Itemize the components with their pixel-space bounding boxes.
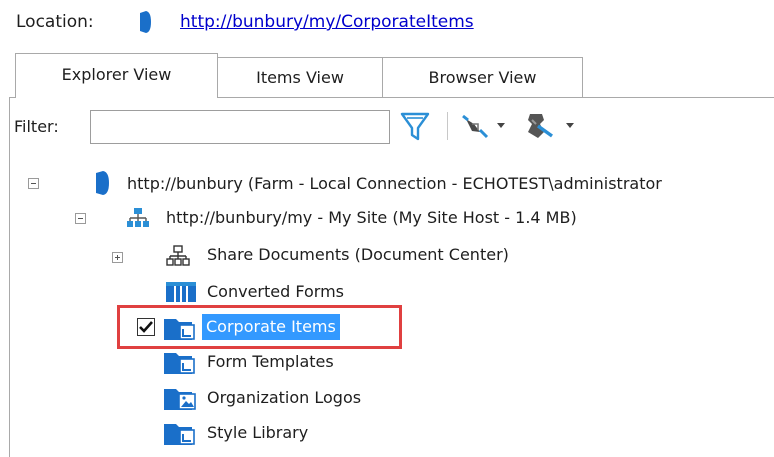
list-icon bbox=[166, 282, 196, 302]
document-library-icon bbox=[164, 353, 195, 374]
checkmark-icon bbox=[139, 321, 153, 333]
tree-node-farm[interactable]: http://bunbury (Farm - Local Connection … bbox=[127, 172, 662, 196]
site-collapse-toggle[interactable] bbox=[75, 213, 86, 224]
tab-items-view[interactable]: Items View bbox=[218, 57, 383, 97]
tab-browser-view[interactable]: Browser View bbox=[383, 57, 583, 97]
tree-node-site[interactable]: http://bunbury/my - My Site (My Site Hos… bbox=[166, 206, 577, 230]
tree-node-form-templates[interactable]: Form Templates bbox=[207, 350, 334, 374]
tree-node-style-library[interactable]: Style Library bbox=[207, 421, 308, 445]
filter-input[interactable] bbox=[90, 110, 390, 144]
filter-funnel-icon[interactable] bbox=[398, 108, 432, 144]
tree-node-converted-forms[interactable]: Converted Forms bbox=[207, 280, 344, 304]
explorer-panel bbox=[9, 97, 774, 457]
document-library-icon bbox=[164, 424, 195, 445]
location-label: Location: bbox=[16, 12, 94, 32]
connect-dropdown-icon[interactable] bbox=[460, 110, 510, 142]
location-url-link[interactable]: http://bunbury/my/CorporateItems bbox=[180, 10, 474, 34]
document-library-icon bbox=[164, 319, 195, 340]
picture-library-icon bbox=[164, 389, 196, 410]
share-documents-expand-toggle[interactable] bbox=[112, 252, 123, 263]
subsite-icon bbox=[166, 245, 190, 266]
sharepoint-farm-icon bbox=[140, 11, 151, 33]
farm-collapse-toggle[interactable] bbox=[28, 178, 39, 189]
tree-node-corporate-items[interactable]: Corporate Items bbox=[202, 314, 340, 340]
corporate-items-checkbox[interactable] bbox=[137, 318, 155, 336]
toolbar-separator bbox=[447, 112, 448, 140]
tab-explorer-view[interactable]: Explorer View bbox=[15, 53, 218, 98]
disconnect-dropdown-icon[interactable] bbox=[522, 110, 582, 142]
site-icon bbox=[127, 208, 149, 227]
tree-node-organization-logos[interactable]: Organization Logos bbox=[207, 386, 361, 410]
filter-label: Filter: bbox=[14, 117, 59, 136]
tree-node-share-documents[interactable]: Share Documents (Document Center) bbox=[207, 243, 509, 267]
sharepoint-farm-icon bbox=[96, 171, 109, 195]
